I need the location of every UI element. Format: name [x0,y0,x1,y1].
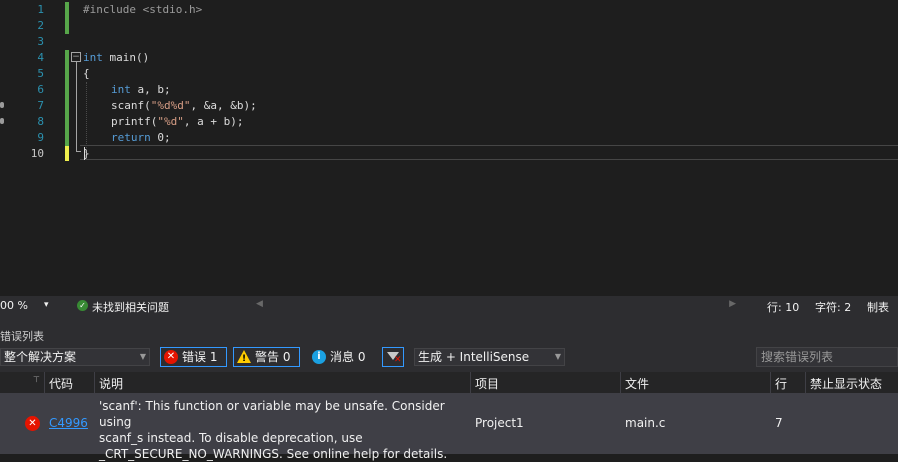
warnings-filter-button[interactable]: ! 警告 0 [233,347,300,367]
error-list-search-input[interactable]: 搜索错误列表 [756,347,898,367]
string-literal: "%d" [157,115,184,128]
code-line-8: printf("%d", a + b); [111,114,243,130]
column-divider[interactable] [620,372,621,393]
error-project: Project1 [475,416,524,430]
line-indicator: 行: 10 [767,301,800,314]
horizontal-scrollbar[interactable]: ◀ ▶ [252,299,740,313]
error-line: 7 [775,416,783,430]
line-number-gutter: 1 2 3 4 5 6 7 8 9 10 [10,0,62,296]
filter-clear-icon: ✕ [394,355,402,365]
code-text: 0; [150,131,171,144]
string-literal: "%d%d" [150,99,191,112]
code-line-7: scanf("%d%d", &a, &b); [111,98,257,114]
line-number: 3 [37,35,44,48]
pin-icon[interactable]: ⊤ [33,375,40,384]
issues-status[interactable]: 未找到相关问题 [92,299,169,315]
column-divider[interactable] [44,372,45,393]
code-line-9: return 0; [111,130,171,146]
column-header-description[interactable]: 说明 [99,375,123,392]
scope-dropdown[interactable]: 整个解决方案 ▼ [0,348,150,366]
indent-guide [86,82,87,148]
warning-triangle-icon: ! [237,350,251,364]
code-text: printf( [111,115,158,128]
errors-filter-label: 错误 1 [182,350,218,364]
info-circle-icon: i [312,350,326,364]
line-number: 9 [37,131,44,144]
warnings-filter-label: 警告 0 [255,350,291,364]
keyword: int [111,83,131,96]
messages-filter-label: 消息 0 [330,350,366,364]
error-file: main.c [625,416,666,430]
saved-change-bar [65,50,69,146]
description-line: scanf_s instead. To disable deprecation,… [99,431,363,445]
error-description: 'scanf': This function or variable may b… [99,398,471,462]
column-header-suppression[interactable]: 禁止显示状态 [810,375,882,392]
scroll-left-icon[interactable]: ◀ [256,299,263,309]
line-number: 6 [37,83,44,96]
scroll-right-icon[interactable]: ▶ [729,299,736,309]
error-list-title-bar: 错误列表 [0,326,898,344]
filter-button[interactable]: ✕ [382,347,404,367]
unsaved-change-bar [65,146,69,161]
column-divider[interactable] [470,372,471,393]
build-filter-value: 生成 + IntelliSense [418,350,530,364]
table-row[interactable]: ✕ C4996 'scanf': This function or variab… [0,394,898,461]
column-header-file[interactable]: 文件 [625,375,649,392]
keyword: int [83,51,103,64]
current-line-highlight [80,145,898,160]
fold-line [76,62,77,152]
column-header-project[interactable]: 项目 [475,375,499,392]
code-text: , a + b); [183,115,244,128]
code-text: scanf( [111,99,151,112]
panel-separator [0,316,898,326]
build-filter-dropdown[interactable]: 生成 + IntelliSense ▼ [414,348,565,366]
column-divider[interactable] [94,372,95,393]
error-circle-icon: ✕ [25,416,40,431]
column-header-line[interactable]: 行 [775,375,787,392]
line-number: 7 [37,99,44,112]
panel-title: 错误列表 [0,330,44,343]
messages-filter-button[interactable]: i 消息 0 [308,347,374,367]
error-circle-icon: ✕ [164,350,178,364]
code-line-5: { [83,67,90,80]
errors-filter-button[interactable]: ✕ 错误 1 [160,347,227,367]
code-text: , &a, &b); [190,99,257,112]
code-text: main() [102,51,150,64]
line-number: 4 [37,51,44,64]
search-placeholder: 搜索错误列表 [761,350,834,364]
char-indicator: 字符: 2 [815,301,852,314]
saved-change-bar [65,2,69,34]
editor-status-bar: 00 % ▾ ✓ 未找到相关问题 ◀ ▶ 行: 10 字符: 2 制表符 [0,296,898,330]
column-divider[interactable] [770,372,771,393]
code-line-4: int main() [83,50,149,66]
code-line-1: #include <stdio.h> [83,3,203,16]
line-number-current: 10 [30,147,44,160]
column-header-code[interactable]: 代码 [49,375,73,392]
code-line-6: int a, b; [111,82,171,98]
error-list-header: ⊤ 代码 说明 项目 文件 行 禁止显示状态 [0,372,898,394]
error-list-toolbar: 整个解决方案 ▼ ✕ 错误 1 ! 警告 0 i 消息 0 ✕ 生成 + Int… [0,344,898,372]
line-number: 5 [37,67,44,80]
zoom-dropdown-icon[interactable]: ▾ [44,300,49,310]
code-text: a, b; [130,83,171,96]
line-number: 2 [37,19,44,32]
column-divider[interactable] [805,372,806,393]
chevron-down-icon: ▼ [139,352,146,361]
chevron-down-icon: ▼ [554,352,561,361]
scope-value: 整个解决方案 [4,350,77,364]
keyword: return [111,131,151,144]
code-editor[interactable]: 1 2 3 4 5 6 7 8 9 10 − #include <stdio.h… [0,0,898,296]
zoom-level[interactable]: 00 % [0,299,28,312]
error-code-link[interactable]: C4996 [49,416,88,430]
check-circle-icon: ✓ [77,300,88,311]
line-number: 1 [37,3,44,16]
collapse-icon[interactable]: − [71,52,81,62]
description-line: 'scanf': This function or variable may b… [99,399,445,429]
text-caret [84,147,85,160]
line-number: 8 [37,115,44,128]
description-line: _CRT_SECURE_NO_WARNINGS. See online help… [99,447,448,461]
